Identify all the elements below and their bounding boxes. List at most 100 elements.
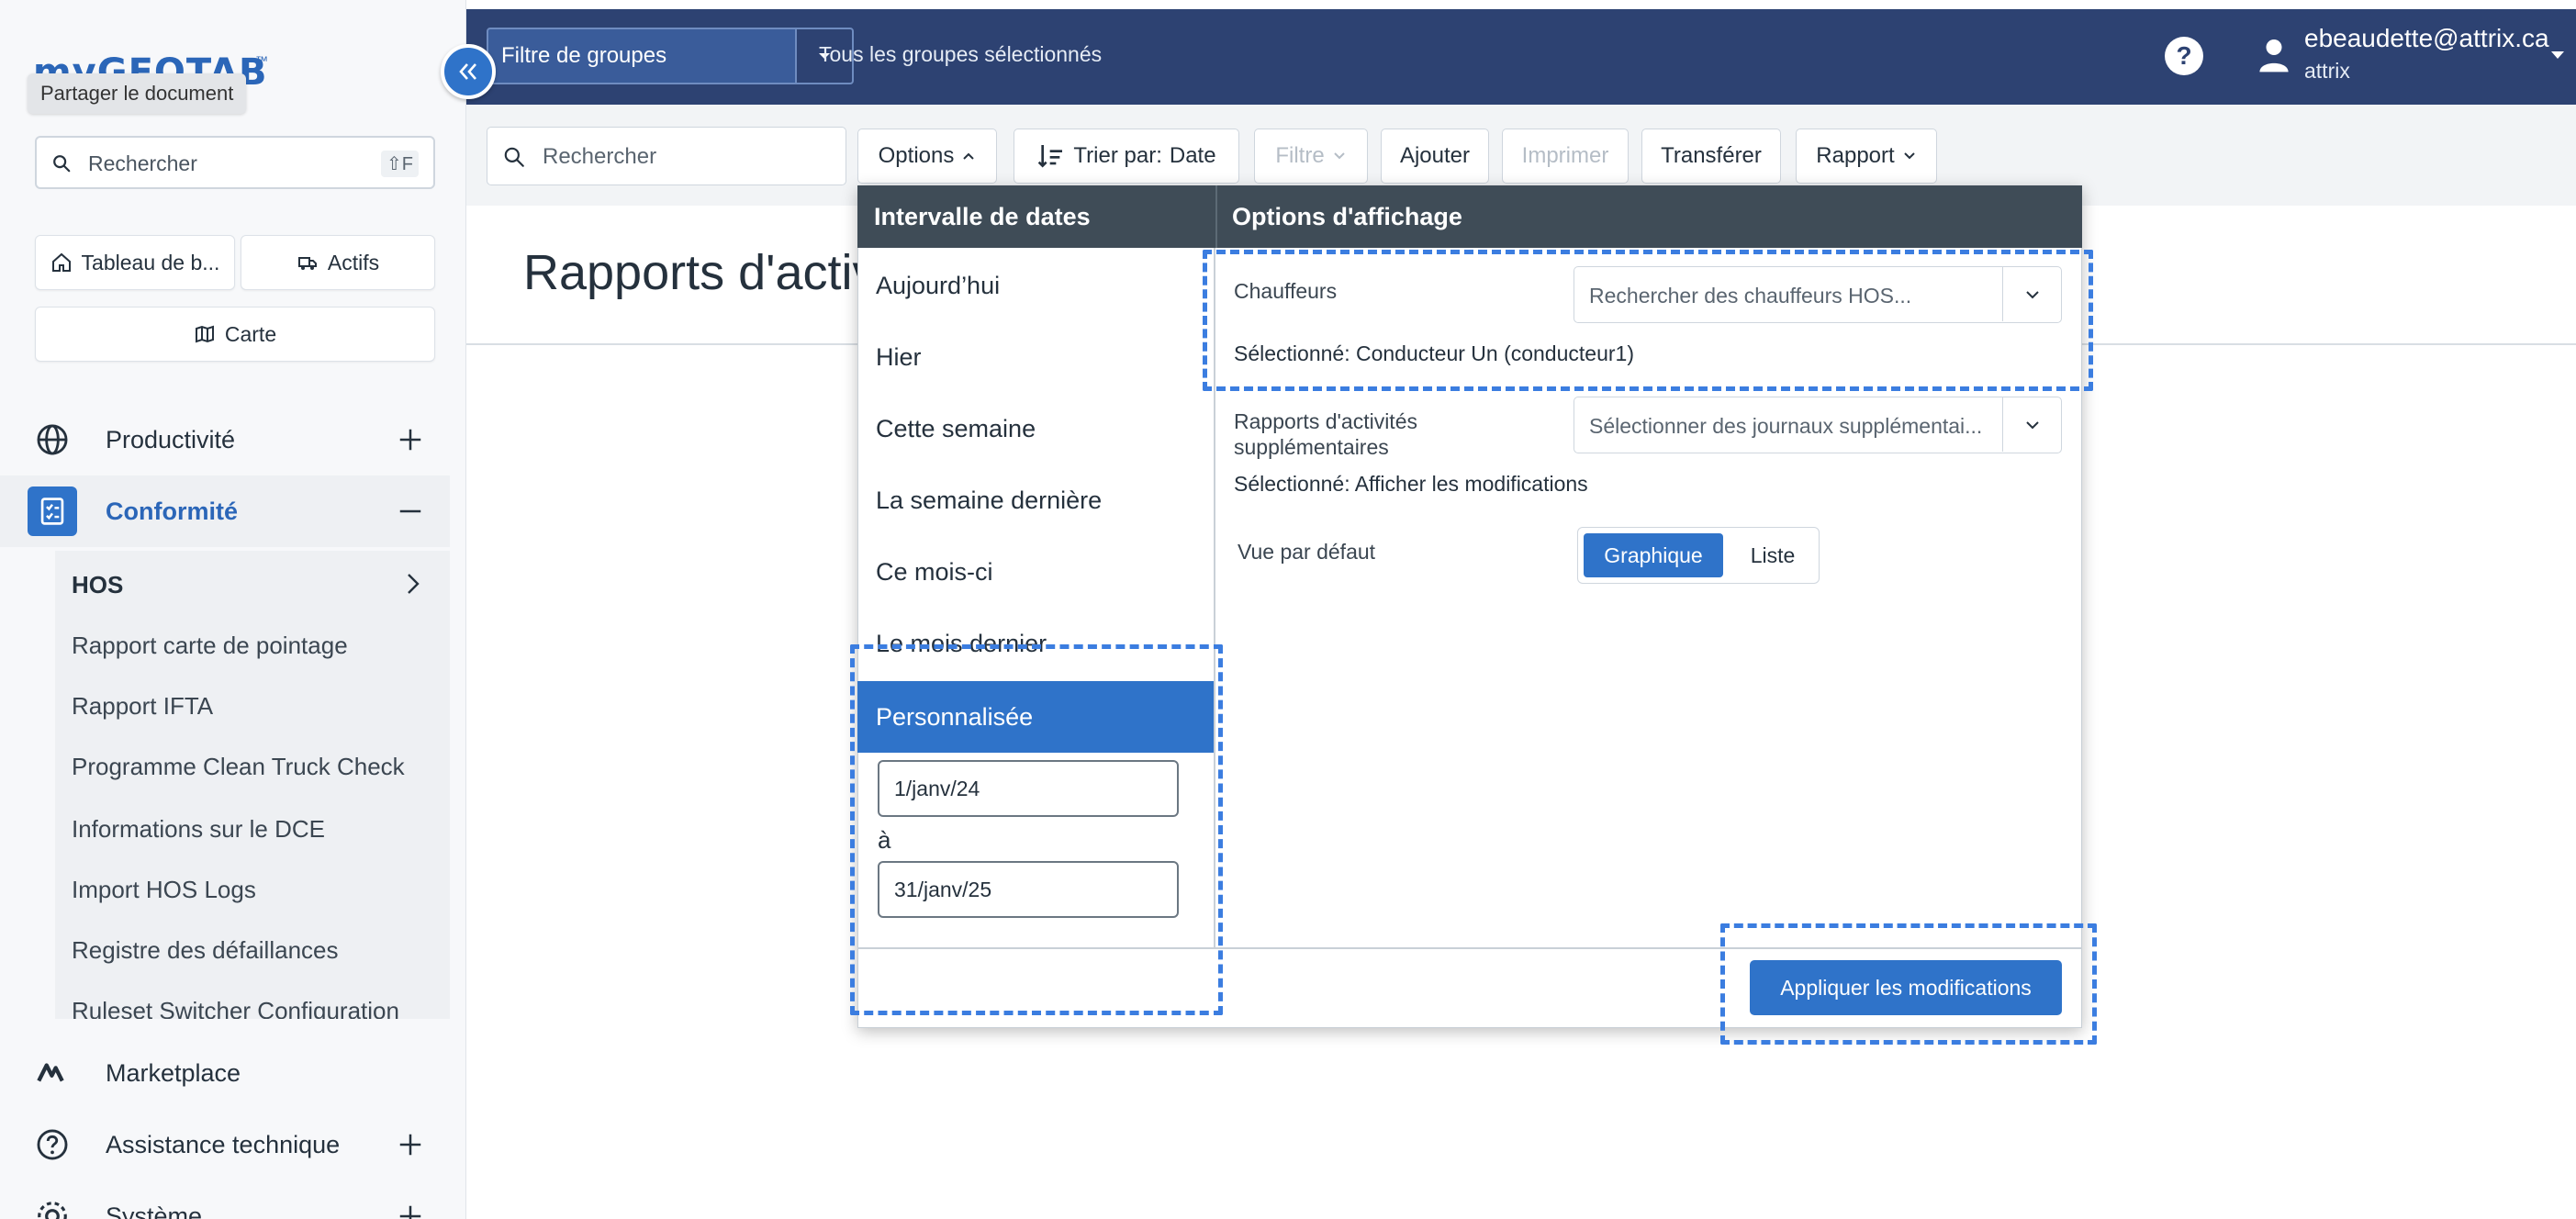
plus-icon[interactable]	[397, 1202, 424, 1219]
sort-icon	[1038, 145, 1063, 168]
add-label: Ajouter	[1399, 143, 1471, 168]
add-button[interactable]: Ajouter	[1381, 129, 1489, 184]
globe-icon	[37, 424, 68, 455]
display-options-header: Options d'affichage	[1215, 185, 2082, 248]
sidebar-search-placeholder: Rechercher	[88, 151, 197, 175]
chevron-down-icon	[2025, 420, 2039, 429]
plus-icon[interactable]	[397, 426, 424, 453]
dashboard-label: Tableau de b...	[81, 250, 220, 274]
collapse-sidebar-button[interactable]	[441, 44, 496, 99]
date-option-today[interactable]: Aujourd’hui	[857, 250, 1214, 321]
dashboard-button[interactable]: Tableau de b...	[35, 235, 235, 290]
nav-system-label: Système	[106, 1202, 203, 1219]
transfer-button[interactable]: Transférer	[1641, 129, 1781, 184]
transfer-label: Transférer	[1661, 143, 1762, 168]
nav-support[interactable]: Assistance technique	[0, 1109, 450, 1180]
submenu-import-hos-logs[interactable]: Import HOS Logs	[72, 876, 256, 904]
sidebar-search-input[interactable]: Rechercher ⇧F	[35, 136, 435, 189]
plus-icon[interactable]	[397, 1131, 424, 1158]
truck-icon	[297, 257, 317, 270]
date-option-last-week[interactable]: La semaine dernière	[857, 464, 1214, 536]
date-option-yesterday[interactable]: Hier	[857, 321, 1214, 393]
submenu-timecard-report[interactable]: Rapport carte de pointage	[72, 632, 348, 660]
search-icon	[53, 155, 71, 173]
assets-button[interactable]: Actifs	[241, 235, 435, 290]
submenu-ifta-report[interactable]: Rapport IFTA	[72, 692, 213, 721]
minus-icon[interactable]	[397, 498, 424, 525]
map-icon	[195, 325, 214, 343]
nav-support-label: Assistance technique	[106, 1130, 341, 1158]
map-label: Carte	[224, 321, 277, 346]
sort-value: Date	[1169, 143, 1216, 168]
logo-trademark: ™	[255, 53, 268, 68]
submenu-clean-truck-check[interactable]: Programme Clean Truck Check	[72, 753, 405, 781]
nav-system[interactable]: Système	[0, 1180, 450, 1219]
sidebar: myGEOTAB ™ Partager le document Recherch…	[0, 0, 466, 1219]
highlight-custom-date	[850, 644, 1223, 1015]
view-list-button[interactable]: Liste	[1732, 533, 1813, 577]
caret-down-icon[interactable]	[2550, 50, 2565, 61]
nav-compliance[interactable]: Conformité	[0, 475, 450, 547]
report-button[interactable]: Rapport	[1796, 129, 1937, 184]
highlight-drivers	[1203, 250, 2093, 391]
print-label: Imprimer	[1521, 143, 1609, 168]
help-icon[interactable]: ?	[2165, 37, 2203, 75]
question-circle-icon	[37, 1129, 68, 1160]
submenu-dce-info[interactable]: Informations sur le DCE	[72, 815, 325, 844]
nav-productivity-label: Productivité	[106, 425, 236, 453]
topbar-top-edge	[466, 0, 2576, 9]
checklist-icon	[40, 498, 64, 525]
search-icon	[504, 147, 524, 167]
nav-productivity[interactable]: Productivité	[0, 404, 450, 475]
nav-compliance-label: Conformité	[106, 497, 238, 525]
nav-marketplace-label: Marketplace	[106, 1058, 241, 1087]
home-icon	[51, 252, 71, 272]
options-button[interactable]: Options	[857, 129, 997, 184]
map-button[interactable]: Carte	[35, 307, 435, 362]
default-view-toggle: Graphique Liste	[1577, 527, 1820, 584]
nav-marketplace[interactable]: Marketplace	[0, 1037, 450, 1109]
page-title: Rapports d'activ	[523, 245, 878, 300]
share-document-tooltip: Partager le document	[28, 73, 247, 114]
extra-reports-select[interactable]: Sélectionner des journaux supplémentai..…	[1574, 397, 2062, 453]
view-graph-button[interactable]: Graphique	[1584, 533, 1723, 577]
compliance-icon-box	[28, 486, 77, 536]
extra-reports-dropdown-toggle[interactable]	[2002, 397, 2061, 452]
date-range-header: Intervalle de dates	[857, 185, 1215, 248]
group-filter-button[interactable]: Filtre de groupes	[487, 28, 797, 84]
extra-reports-label-line1: Rapports d'activités	[1234, 409, 1417, 433]
date-option-this-week[interactable]: Cette semaine	[857, 393, 1214, 464]
chevron-down-icon	[1903, 152, 1915, 160]
extra-reports-placeholder: Sélectionner des journaux supplémentai..…	[1589, 414, 1983, 438]
default-view-label: Vue par défaut	[1238, 540, 1376, 564]
sort-label: Trier par:	[1073, 143, 1162, 168]
marketplace-icon	[37, 1063, 64, 1082]
toolbar-search-placeholder: Rechercher	[543, 144, 657, 169]
chevron-up-icon	[963, 152, 975, 160]
user-email[interactable]: ebeaudette@attrix.ca	[2304, 24, 2549, 53]
chevron-down-icon	[1333, 152, 1345, 160]
report-label: Rapport	[1816, 143, 1895, 168]
submenu-fault-log[interactable]: Registre des défaillances	[72, 936, 339, 965]
extra-reports-label-line2: supplémentaires	[1234, 435, 1389, 459]
submenu-ruleset-switcher[interactable]: Ruleset Switcher Configuration	[72, 997, 399, 1019]
group-filter-status: Tous les groupes sélectionnés	[819, 42, 1103, 66]
highlight-apply	[1720, 923, 2097, 1045]
user-icon[interactable]	[2258, 37, 2290, 73]
compliance-submenu: HOS Rapport carte de pointage Rapport IF…	[55, 551, 450, 1019]
user-database: attrix	[2304, 59, 2350, 83]
chevron-right-icon[interactable]	[404, 571, 422, 597]
filter-label: Filtre	[1275, 143, 1325, 168]
search-shortcut-badge: ⇧F	[381, 151, 419, 177]
submenu-hos[interactable]: HOS	[72, 571, 123, 599]
gear-icon	[38, 1202, 67, 1219]
options-label: Options	[878, 143, 955, 168]
extra-reports-selected-text: Sélectionné: Afficher les modifications	[1234, 472, 1588, 496]
filter-button[interactable]: Filtre	[1254, 129, 1368, 184]
assets-label: Actifs	[327, 250, 380, 274]
toolbar-search-input[interactable]: Rechercher	[487, 127, 846, 185]
date-option-this-month[interactable]: Ce mois-ci	[857, 536, 1214, 608]
print-button[interactable]: Imprimer	[1502, 129, 1629, 184]
sort-button[interactable]: Trier par: Date	[1014, 129, 1239, 184]
double-chevron-left-icon	[459, 63, 476, 80]
